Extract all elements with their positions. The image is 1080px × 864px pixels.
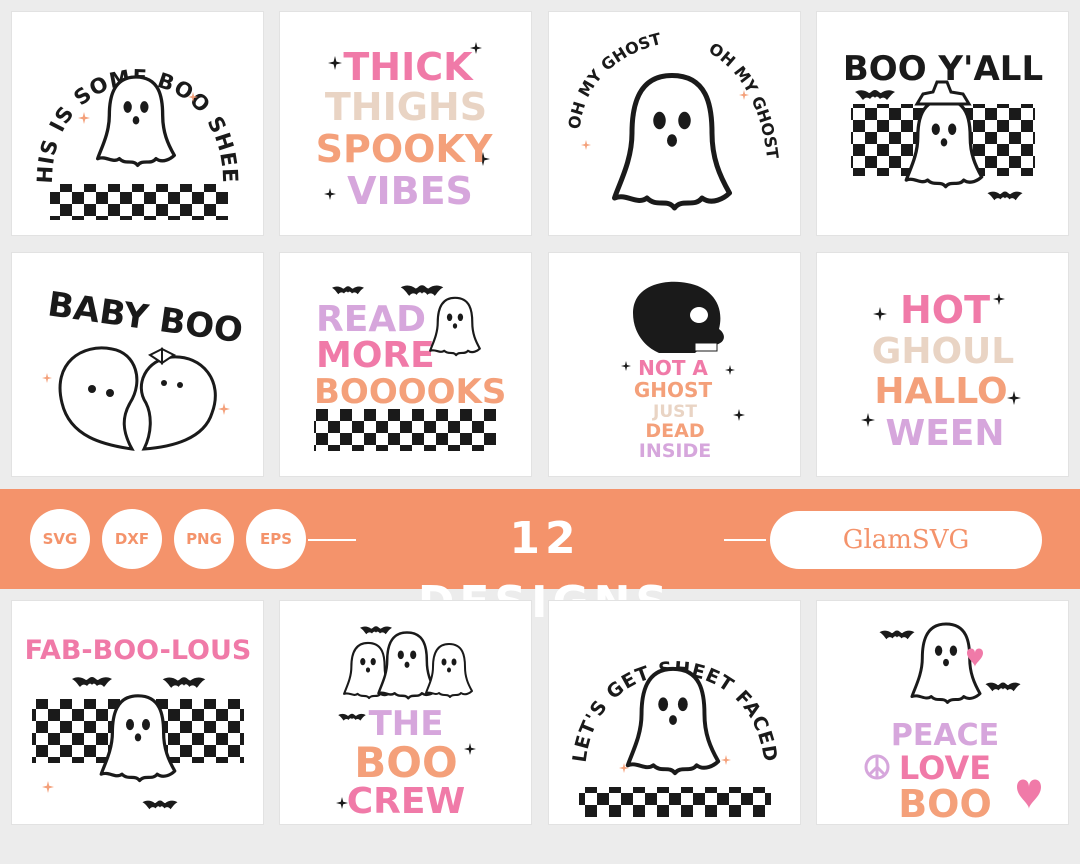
checkerboard [314,409,497,451]
bat-icon [401,285,444,296]
design-tile-thick-thighs[interactable]: THICK THIGHS SPOOKY VIBES [280,12,532,235]
design-text-line: NOT A [638,356,708,380]
design-text-line: MORE [316,335,435,376]
sparkle-icon [860,413,875,427]
bat-icon [985,682,1021,692]
info-banner: SVG DXF PNG EPS 12 DESIGNS GlamSVG [0,489,1080,628]
bat-icon [338,713,367,721]
bat-icon [142,800,178,810]
sparkle-icon [324,188,337,200]
bat-icon [987,191,1023,201]
sparkle-icon [1006,391,1021,405]
format-badge-dxf: DXF [102,509,162,569]
design-tile-hot-ghoul[interactable]: HOT GHOUL HALLO WEEN [816,253,1068,476]
bat-icon [72,677,112,687]
boo-yall-artwork: BOO Y'ALL [843,49,1043,201]
design-text-line: BOO [355,738,458,787]
dead-inside-artwork: NOT A GHOST JUST DEAD INSIDE [620,281,745,462]
bat-icon [162,677,206,688]
sparkle-icon [218,403,230,415]
boo-crew-artwork: THE BOO CREW [336,626,477,822]
ghost-icon [910,622,982,705]
baby-boo-artwork: BABY BOO [42,284,245,451]
boo-sheet-artwork: THIS IS SOME BOO SHEET [12,12,241,220]
design-text-line: HOT [900,288,990,332]
design-text-line: FAB-BOO-LOUS [25,635,252,666]
design-row-3: FAB-BOO-LOUS THE BOO CREW LET'S GET EET … [0,601,1080,824]
design-text-line: THICK [344,45,475,89]
design-text-line: WEEN [885,413,1004,454]
hot-ghoul-artwork: HOT GHOUL HALLO WEEN [860,288,1021,454]
design-text-line: GHOUL [872,331,1014,372]
design-tile-fab-boo-lous[interactable]: FAB-BOO-LOUS [12,601,263,824]
design-text-line: INSIDE [638,440,710,462]
design-text-line: BOO [898,782,992,824]
sparkle-icon [42,373,52,383]
design-row-1: THIS IS SOME BOO SHEET THICK THIGHS SPOO… [0,12,1080,235]
design-text-line: JUST [652,402,697,422]
sparkle-icon [992,293,1005,305]
bat-icon [332,286,365,295]
design-tile-baby-boo[interactable]: BABY BOO [12,253,263,476]
skull-icon [632,281,724,353]
thick-thighs-artwork: THICK THIGHS SPOOKY VIBES [316,42,493,213]
sparkle-icon [732,409,745,421]
brand-logo: GlamSVG [770,511,1042,569]
design-tile-boo-yall[interactable]: BOO Y'ALL [816,12,1068,235]
bat-icon [360,626,393,635]
design-text-line: CREW [347,781,465,822]
design-text-line: BOOOOKS [314,372,506,412]
design-tile-read-more[interactable]: READ MORE BOOOOKS [280,253,532,476]
design-tile-boo-sheet[interactable]: THIS IS SOME BOO SHEET [12,12,263,235]
ghost-icon [614,76,729,209]
design-text-line: PEACE [891,718,999,753]
banner-divider [724,539,766,541]
oh-my-ghost-artwork: OH MY GHOST OH MY GHOST [564,29,782,235]
fab-boo-lous-artwork: FAB-BOO-LOUS [25,635,252,810]
sparkle-icon [724,365,735,375]
sparkle-icon [720,755,731,765]
design-row-2: BABY BOO READ MORE BOOOOKS NOT A GHOST J… [0,253,1080,476]
sparkle-icon [328,56,343,70]
format-badge-svg: SVG [30,509,90,569]
peace-love-boo-artwork: PEACE LOVE BOO [864,622,1041,824]
banner-divider [308,539,356,541]
design-text-line: SPOOKY [316,127,493,171]
ghost-reading-icon [429,296,482,357]
bat-icon [879,630,915,640]
design-tile-oh-my-ghost[interactable]: OH MY GHOST OH MY GHOST [548,12,800,235]
peace-sign-icon [864,754,890,780]
design-tile-dead-inside[interactable]: NOT A GHOST JUST DEAD INSIDE [548,253,800,476]
format-badge-eps: EPS [246,509,306,569]
designs-count-title: 12 DESIGNS [417,513,673,628]
design-text-line: THIGHS [325,85,487,129]
design-tile-peace-love-boo[interactable]: PEACE LOVE BOO [816,601,1068,824]
sparkle-icon [42,781,54,793]
ghost-icon [425,642,474,699]
checkerboard [50,184,228,220]
sheet-faced-artwork: LET'S GET SHEET FACED [568,658,780,817]
design-text-line: VIBES [347,169,473,213]
heart-icon [1016,779,1041,809]
design-text-line: HALLO [874,371,1007,412]
format-badge-png: PNG [174,509,234,569]
design-text-line: GHOST [634,378,713,402]
sparkle-icon [620,361,631,371]
sparkle-icon [872,307,887,321]
bat-icon [854,90,895,100]
design-tile-boo-crew[interactable]: THE BOO CREW [280,601,532,824]
sparkle-icon [464,743,477,755]
read-more-artwork: READ MORE BOOOOKS [314,285,507,451]
design-text-line: READ [316,299,426,340]
design-tile-sheet-faced[interactable]: LET'S GET SHEET FACED [548,601,800,824]
checkerboard [578,787,771,817]
design-text-line: DEAD [645,420,704,442]
sparkle-icon [580,140,591,150]
design-text-line: BABY BOO [45,284,245,351]
